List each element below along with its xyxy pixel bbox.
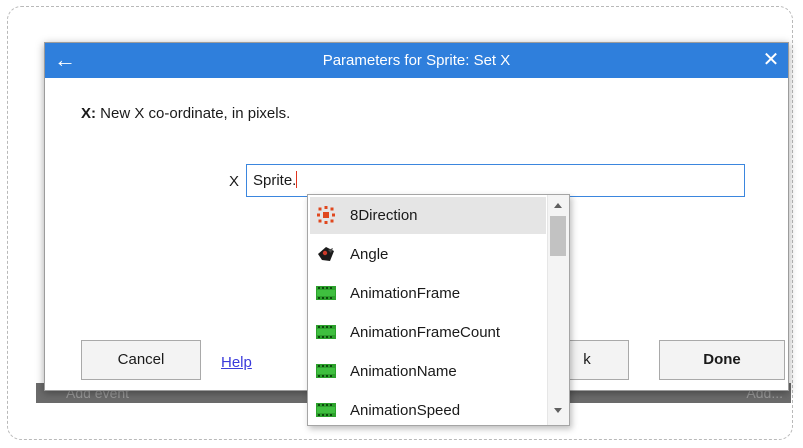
film-icon — [316, 284, 336, 302]
autocomplete-item-animationspeed[interactable]: AnimationSpeed — [310, 392, 546, 425]
autocomplete-item-label: AnimationName — [350, 363, 457, 380]
cancel-button[interactable]: Cancel — [81, 340, 201, 380]
expression-input-value: Sprite. — [253, 172, 297, 189]
scroll-down-icon[interactable] — [554, 408, 562, 413]
film-icon — [316, 323, 336, 341]
autocomplete-item-8direction[interactable]: 8Direction — [310, 197, 546, 234]
parameter-description: X: New X co-ordinate, in pixels. — [81, 105, 290, 122]
film-icon — [316, 362, 336, 380]
help-link[interactable]: Help — [221, 354, 252, 371]
film-icon — [316, 401, 336, 419]
scroll-up-icon[interactable] — [554, 203, 562, 208]
autocomplete-item-label: AnimationFrame — [350, 285, 461, 302]
autocomplete-item-label: AnimationFrameCount — [350, 324, 501, 341]
autocomplete-item-angle[interactable]: Angle — [310, 236, 546, 273]
expression-input[interactable]: Sprite. — [246, 164, 745, 197]
text-caret — [296, 171, 298, 188]
parameter-description-text: New X co-ordinate, in pixels. — [96, 105, 291, 122]
autocomplete-dropdown: 8Direction Angle AnimationFrame Animatio… — [307, 194, 570, 426]
autocomplete-item-animationname[interactable]: AnimationName — [310, 353, 546, 390]
autocomplete-item-animationframe[interactable]: AnimationFrame — [310, 275, 546, 312]
autocomplete-item-label: Angle — [350, 246, 389, 263]
close-icon[interactable]: ✕ — [760, 47, 782, 73]
back-button-visible-label: k — [583, 351, 591, 368]
scrollbar-thumb[interactable] — [550, 216, 566, 256]
dialog-titlebar: ← Parameters for Sprite: Set X ✕ — [45, 43, 788, 78]
autocomplete-item-label: AnimationSpeed — [350, 402, 461, 419]
autocomplete-list: 8Direction Angle AnimationFrame Animatio… — [308, 195, 548, 425]
parameter-label: X — [229, 173, 240, 190]
dialog-title: Parameters for Sprite: Set X — [322, 52, 511, 69]
dropdown-scrollbar[interactable] — [547, 195, 569, 425]
8direction-behavior-icon — [316, 206, 336, 224]
autocomplete-item-label: 8Direction — [350, 207, 418, 224]
done-button[interactable]: Done — [659, 340, 785, 380]
parameter-name: X: — [81, 105, 96, 122]
autocomplete-item-animationframecount[interactable]: AnimationFrameCount — [310, 314, 546, 351]
sprite-angle-icon — [316, 245, 336, 263]
